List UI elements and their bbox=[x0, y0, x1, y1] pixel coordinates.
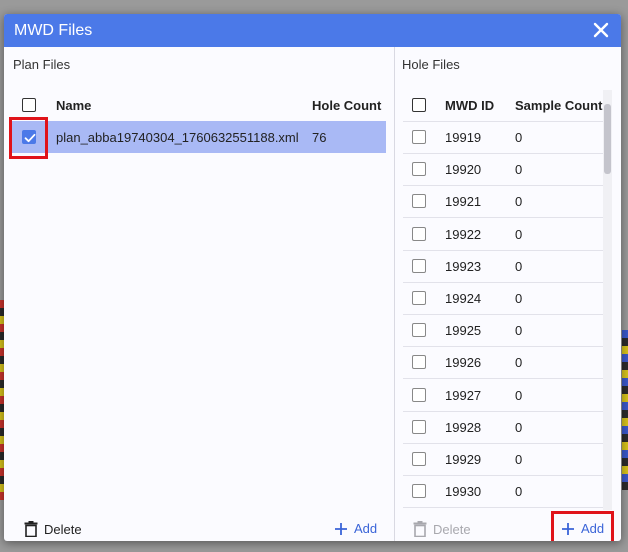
hole-file-row[interactable]: 19926 0 bbox=[403, 346, 603, 380]
hole-file-row[interactable]: 19929 0 bbox=[403, 443, 603, 476]
dialog-titlebar: MWD Files bbox=[4, 14, 621, 47]
hole-files-label: Hole Files bbox=[402, 57, 460, 72]
hole-file-row[interactable]: 19923 0 bbox=[403, 250, 603, 283]
plan-file-row[interactable]: plan_abba19740304_1760632551188.xml 76 bbox=[12, 121, 386, 153]
hole-sample-count: 0 bbox=[515, 323, 523, 339]
hole-sample-count: 0 bbox=[515, 162, 523, 178]
hole-mwd-id: 19925 bbox=[445, 323, 482, 339]
hole-sample-count: 0 bbox=[515, 484, 523, 500]
plan-add-label: Add bbox=[354, 521, 378, 536]
dialog-title: MWD Files bbox=[14, 22, 93, 39]
plan-select-all-checkbox[interactable] bbox=[22, 98, 36, 112]
hole-delete-label: Delete bbox=[433, 521, 471, 537]
hole-file-row[interactable]: 19919 0 bbox=[403, 121, 603, 154]
hole-row-checkbox[interactable] bbox=[412, 130, 426, 144]
hole-mwd-id: 19927 bbox=[445, 387, 482, 403]
hole-row-checkbox[interactable] bbox=[412, 226, 426, 241]
hole-file-row[interactable]: 19928 0 bbox=[403, 411, 603, 444]
hole-mwd-id: 19926 bbox=[445, 355, 482, 371]
plan-files-header: Name Hole Count bbox=[12, 89, 386, 122]
background-strip-right bbox=[622, 330, 628, 490]
plus-icon bbox=[335, 522, 347, 535]
hole-mwd-id: 19924 bbox=[445, 291, 482, 306]
plan-add-button[interactable]: Add bbox=[334, 521, 377, 536]
trash-icon bbox=[413, 521, 427, 537]
hole-mwd-id: 19929 bbox=[445, 452, 482, 467]
hole-select-all-checkbox[interactable] bbox=[412, 98, 426, 112]
hole-row-checkbox[interactable] bbox=[412, 291, 426, 305]
column-hole-count[interactable]: Hole Count bbox=[312, 98, 381, 113]
hole-sample-count: 0 bbox=[515, 355, 523, 371]
hole-sample-count: 0 bbox=[515, 452, 523, 467]
plan-files-label: Plan Files bbox=[13, 57, 71, 72]
hole-sample-count: 0 bbox=[515, 291, 523, 306]
hole-file-row[interactable]: 19921 0 bbox=[403, 185, 603, 219]
hole-files-panel: Hole Files MWD ID Sample Count 19919 0 199… bbox=[394, 47, 621, 541]
hole-file-row[interactable]: 19927 0 bbox=[403, 379, 603, 412]
plan-delete-button[interactable]: Delete bbox=[24, 521, 82, 537]
hole-mwd-id: 19919 bbox=[445, 130, 482, 145]
column-sample-count[interactable]: Sample Count bbox=[515, 98, 602, 113]
checkbox-annotation-box bbox=[9, 117, 48, 159]
add-button-annotation-box bbox=[551, 511, 614, 541]
plan-file-hole-count: 76 bbox=[312, 130, 327, 145]
hole-file-row[interactable]: 19930 0 bbox=[403, 475, 603, 509]
hole-row-checkbox[interactable] bbox=[412, 452, 426, 466]
close-icon[interactable] bbox=[591, 20, 611, 40]
hole-mwd-id: 19920 bbox=[445, 162, 482, 178]
hole-mwd-id: 19923 bbox=[445, 258, 482, 274]
mwd-files-dialog: MWD Files Plan Files Name Hole Count pla… bbox=[4, 14, 621, 541]
plan-delete-label: Delete bbox=[44, 521, 82, 537]
hole-row-checkbox[interactable] bbox=[412, 484, 426, 499]
hole-row-checkbox[interactable] bbox=[412, 194, 426, 209]
hole-row-checkbox[interactable] bbox=[412, 323, 426, 338]
hole-sample-count: 0 bbox=[515, 226, 523, 242]
hole-row-checkbox[interactable] bbox=[412, 419, 426, 434]
scrollbar-thumb[interactable] bbox=[604, 104, 611, 174]
hole-delete-button[interactable]: Delete bbox=[413, 521, 471, 537]
column-mwd-id[interactable]: MWD ID bbox=[445, 98, 494, 113]
hole-file-row[interactable]: 19920 0 bbox=[403, 153, 603, 187]
hole-row-checkbox[interactable] bbox=[412, 387, 426, 402]
hole-row-checkbox[interactable] bbox=[412, 355, 426, 370]
plan-files-panel: Plan Files Name Hole Count plan_abba1974… bbox=[4, 47, 394, 541]
hole-sample-count: 0 bbox=[515, 419, 523, 435]
trash-icon bbox=[24, 521, 38, 537]
hole-mwd-id: 19921 bbox=[445, 194, 482, 210]
hole-mwd-id: 19930 bbox=[445, 484, 482, 500]
plan-file-name: plan_abba19740304_1760632551188.xml bbox=[56, 130, 299, 145]
hole-row-checkbox[interactable] bbox=[412, 258, 426, 273]
hole-mwd-id: 19922 bbox=[445, 226, 482, 242]
hole-list-scrollbar[interactable] bbox=[603, 90, 612, 510]
column-name[interactable]: Name bbox=[56, 98, 91, 113]
hole-file-row[interactable]: 19925 0 bbox=[403, 314, 603, 348]
hole-file-row[interactable]: 19922 0 bbox=[403, 218, 603, 251]
hole-mwd-id: 19928 bbox=[445, 419, 482, 435]
hole-files-header: MWD ID Sample Count bbox=[403, 89, 603, 122]
hole-row-checkbox[interactable] bbox=[412, 162, 426, 177]
hole-sample-count: 0 bbox=[515, 387, 523, 403]
hole-file-row[interactable]: 19924 0 bbox=[403, 282, 603, 315]
hole-sample-count: 0 bbox=[515, 194, 523, 210]
hole-sample-count: 0 bbox=[515, 130, 523, 145]
hole-sample-count: 0 bbox=[515, 258, 523, 274]
